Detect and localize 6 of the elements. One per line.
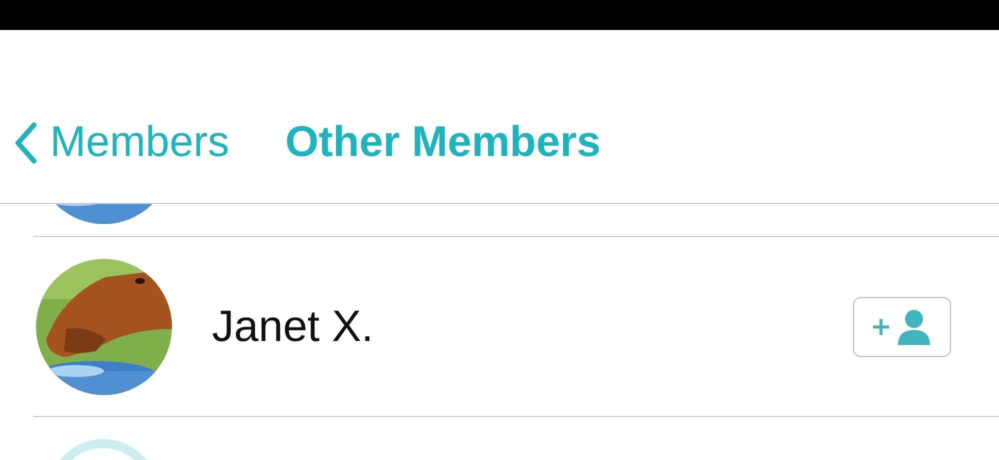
add-friend-button[interactable] (853, 296, 951, 356)
back-link[interactable]: Members (14, 118, 230, 167)
page-title: Other Members (285, 118, 601, 167)
member-name: Janet X. (212, 302, 374, 352)
add-person-icon (871, 308, 933, 346)
back-chevron-icon (14, 120, 38, 164)
